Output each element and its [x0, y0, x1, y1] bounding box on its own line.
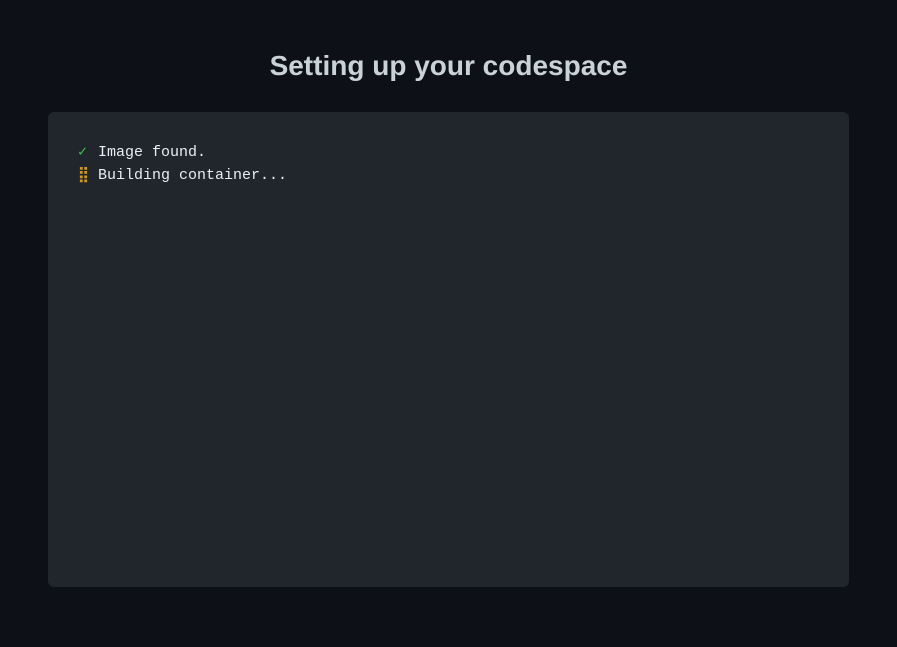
- page-title: Setting up your codespace: [0, 0, 897, 112]
- check-icon: ✓: [78, 142, 92, 165]
- log-text: Image found.: [98, 142, 206, 165]
- log-line: ✓ Image found.: [78, 142, 819, 165]
- spinner-icon: ⣿: [78, 165, 92, 188]
- terminal-output: ✓ Image found. ⣿ Building container...: [48, 112, 849, 587]
- log-line: ⣿ Building container...: [78, 165, 819, 188]
- log-text: Building container...: [98, 165, 287, 188]
